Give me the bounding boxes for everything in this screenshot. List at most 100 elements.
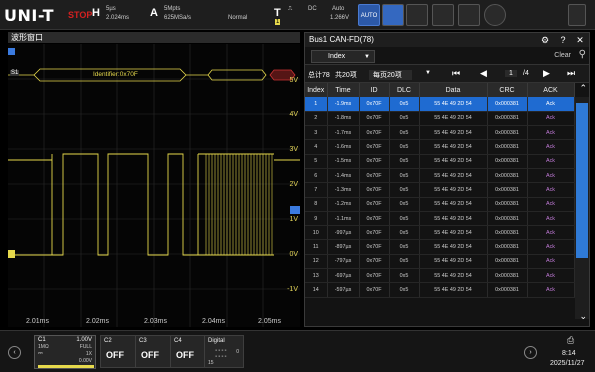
column-header[interactable]: ID xyxy=(359,83,390,97)
left-arrow-icon[interactable]: ‹ xyxy=(8,346,21,359)
table-row[interactable]: 2 -1.8ms 0x70F 0x5 55 4E 49 2D 54 0x000381 Ack xyxy=(305,111,575,127)
table-cell: 0x5 xyxy=(389,154,420,169)
table-cell: 7 xyxy=(305,182,328,198)
prev-page-icon[interactable]: ◀ xyxy=(480,68,487,79)
scroll-up-icon[interactable]: ⌃ xyxy=(579,83,587,94)
table-cell: 55 4E 49 2D 54 xyxy=(419,225,488,241)
run-stop-status[interactable]: STOP xyxy=(68,10,92,20)
table-cell: 2 xyxy=(305,111,328,127)
table-row[interactable]: 7 -1.3ms 0x70F 0x5 55 4E 49 2D 54 0x000381 Ack xyxy=(305,182,575,198)
column-header[interactable]: Data xyxy=(419,83,488,97)
waveform-display[interactable]: S1 Identifier:0x70F 5V 4V 3V 2V 1V 0V -1… xyxy=(8,44,300,327)
table-cell: Ack xyxy=(527,111,575,127)
s1-marker[interactable]: S1 xyxy=(10,70,20,76)
table-cell: Ack xyxy=(527,168,575,184)
help-icon[interactable]: ? xyxy=(557,34,569,46)
scroll-down-icon[interactable]: ⌄ xyxy=(579,311,587,322)
table-cell: -1.3ms xyxy=(327,182,360,198)
edge-icon: ⎍ xyxy=(288,6,293,12)
table-cell: 0x000381 xyxy=(487,254,528,270)
next-page-icon[interactable]: ▶ xyxy=(543,68,550,79)
table-cell: 0x000381 xyxy=(487,225,528,241)
timebase-value: 5µs xyxy=(106,6,116,12)
last-page-icon[interactable]: ⏭ xyxy=(567,68,575,79)
column-header[interactable]: Time xyxy=(327,83,360,97)
math-icon[interactable] xyxy=(432,4,454,26)
pagination-row: 总计78 共20项 每页20项 ▼ ⏮ ◀ 1 /4 ▶ ⏭ xyxy=(305,65,589,83)
digital-box[interactable]: Digital ▪▪▪▪ ▪▪▪▪ 0 15 xyxy=(204,335,244,368)
table-cell: 0x70F xyxy=(359,139,390,155)
table-row[interactable]: 11 -897µs 0x70F 0x5 55 4E 49 2D 54 0x000381 Ac… xyxy=(305,239,575,255)
trigger-level: 1.266V xyxy=(330,15,350,21)
first-page-icon[interactable]: ⏮ xyxy=(452,68,460,79)
chevron-down-icon: ▼ xyxy=(425,70,431,76)
table-cell: -1.4ms xyxy=(327,168,360,184)
volt-label: 4V xyxy=(289,111,298,118)
clear-button[interactable]: Clear xyxy=(554,52,571,59)
per-page-select[interactable]: 每页20项 xyxy=(369,70,412,80)
column-header[interactable]: CRC xyxy=(487,83,528,97)
table-row[interactable]: 14 -597µs 0x70F 0x5 55 4E 49 2D 54 0x000381 Ac… xyxy=(305,282,575,298)
table-cell: 0x70F xyxy=(359,225,390,241)
table-row[interactable]: 8 -1.2ms 0x70F 0x5 55 4E 49 2D 54 0x000381 Ack xyxy=(305,197,575,212)
scroll-thumb[interactable] xyxy=(576,103,588,258)
measure-icon[interactable] xyxy=(382,4,404,26)
table-cell: 6 xyxy=(305,168,328,184)
column-header[interactable]: DLC xyxy=(389,83,420,97)
table-cell: Ack xyxy=(527,211,575,227)
channel-4-box[interactable]: C4 OFF xyxy=(170,335,206,368)
channel-1-box[interactable]: C1 1.00V 1MΩ FULL ⎓ 1X 0.00V xyxy=(34,335,96,369)
time-label: 2.01ms xyxy=(26,318,49,325)
time-label: 2.02ms xyxy=(86,318,109,325)
gear-icon[interactable]: ⚙ xyxy=(539,34,551,46)
column-header[interactable]: ACK xyxy=(527,83,575,97)
table-row[interactable]: 1 -1.9ms 0x70F 0x5 55 4E 49 2D 54 0x000381 Ack xyxy=(305,97,575,112)
brand-logo: UNI-T xyxy=(4,6,55,25)
c1-scale: 1.00V xyxy=(76,337,92,343)
table-row[interactable]: 9 -1.1ms 0x70F 0x5 55 4E 49 2D 54 0x000381 Ack xyxy=(305,211,575,227)
table-cell: -997µs xyxy=(327,225,360,241)
grid-apps-icon[interactable] xyxy=(568,4,586,26)
table-scrollbar[interactable] xyxy=(575,97,589,319)
table-cell: -1.6ms xyxy=(327,139,360,155)
table-cell: Ack xyxy=(527,125,575,141)
trigger-mode: Auto xyxy=(332,6,345,12)
trigger-coupling: DC xyxy=(308,6,317,12)
volt-label: 2V xyxy=(289,181,298,188)
column-header[interactable]: Index xyxy=(305,83,328,97)
trigger-settings[interactable]: T 1 ⎍ DC Auto 1.266V xyxy=(272,5,354,25)
horizontal-settings[interactable]: H 5µs 2.024ms xyxy=(90,5,140,25)
acquire-settings[interactable]: A 5Mpts 625MSa/s Normal xyxy=(148,5,266,25)
acquire-mode: Normal xyxy=(228,15,248,21)
table-cell: 55 4E 49 2D 54 xyxy=(419,97,488,112)
table-cell: 10 xyxy=(305,225,328,241)
cursor-icon[interactable] xyxy=(406,4,428,26)
search-icon[interactable]: ⚲ xyxy=(579,49,586,60)
table-cell: 0x000381 xyxy=(487,211,528,227)
menu-list-icon[interactable] xyxy=(458,4,480,26)
right-arrow-icon[interactable]: › xyxy=(524,346,537,359)
channel-2-box[interactable]: C2 OFF xyxy=(100,335,136,368)
table-row[interactable]: 5 -1.5ms 0x70F 0x5 55 4E 49 2D 54 0x000381 Ack xyxy=(305,154,575,169)
table-row[interactable]: 3 -1.7ms 0x70F 0x5 55 4E 49 2D 54 0x000381 Ack xyxy=(305,125,575,141)
close-icon[interactable]: ✕ xyxy=(574,34,586,46)
table-row[interactable]: 12 -797µs 0x70F 0x5 55 4E 49 2D 54 0x000381 Ac… xyxy=(305,254,575,270)
channel-3-box[interactable]: C3 OFF xyxy=(135,335,171,368)
table-row[interactable]: 10 -997µs 0x70F 0x5 55 4E 49 2D 54 0x000381 Ac… xyxy=(305,225,575,241)
volt-label: 0V xyxy=(289,251,298,258)
table-row[interactable]: 4 -1.6ms 0x70F 0x5 55 4E 49 2D 54 0x000381 Ack xyxy=(305,139,575,155)
storage-icon[interactable]: ⎙ xyxy=(567,335,574,346)
page-input[interactable]: 1 xyxy=(505,70,517,77)
memory-depth: 5Mpts xyxy=(164,6,181,12)
table-cell: 0x5 xyxy=(389,282,420,298)
top-toolbar: UNI-T STOP H 5µs 2.024ms A 5Mpts 625MSa/… xyxy=(0,0,595,30)
index-select[interactable]: Index ▼ xyxy=(311,50,375,63)
c2-state: OFF xyxy=(106,350,124,360)
table-row[interactable]: 6 -1.4ms 0x70F 0x5 55 4E 49 2D 54 0x000381 Ack xyxy=(305,168,575,184)
table-cell: -1.9ms xyxy=(327,97,360,112)
auto-button[interactable]: AUTO xyxy=(358,4,380,26)
table-cell: 0x70F xyxy=(359,97,390,112)
table-cell: 0x000381 xyxy=(487,154,528,169)
circle-icon[interactable] xyxy=(484,4,506,26)
table-row[interactable]: 13 -697µs 0x70F 0x5 55 4E 49 2D 54 0x000381 Ac… xyxy=(305,268,575,284)
